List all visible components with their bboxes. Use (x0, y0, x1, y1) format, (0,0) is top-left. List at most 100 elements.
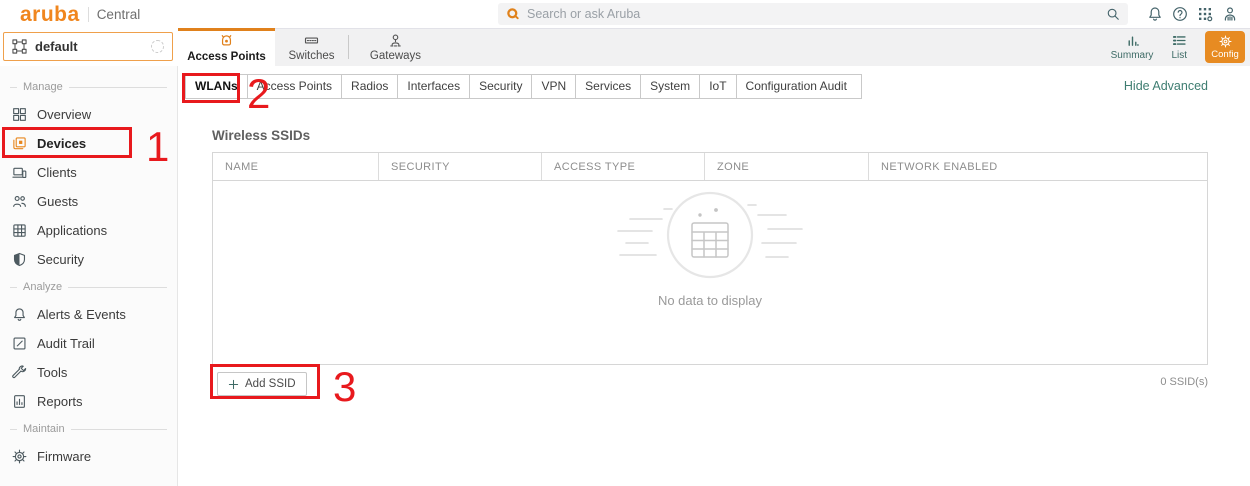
logo-divider (88, 7, 89, 22)
applications-icon (12, 223, 27, 238)
subtab-vpn[interactable]: VPN (532, 75, 576, 98)
sidebar-item-label: Tools (37, 365, 67, 380)
sidebar-item-label: Security (37, 252, 84, 267)
switch-icon (304, 33, 319, 48)
sidebar-item-label: Devices (37, 136, 86, 151)
bell-icon[interactable] (1147, 6, 1163, 22)
plus-icon (228, 379, 239, 390)
column-header-name: NAME (213, 153, 378, 180)
add-ssid-button[interactable]: Add SSID (217, 372, 307, 396)
sidebar-item-reports[interactable]: Reports (0, 387, 177, 416)
config-button[interactable]: Config (1205, 31, 1245, 63)
group-selector[interactable]: default (3, 32, 173, 61)
column-header-network-enabled: NETWORK ENABLED (868, 153, 1207, 180)
config-subtabs: WLANs Access Points Radios Interfaces Se… (185, 74, 862, 99)
tab-access-points[interactable]: Access Points (178, 28, 275, 66)
guests-icon (12, 194, 27, 209)
column-header-security: SECURITY (378, 153, 541, 180)
sidebar-item-label: Guests (37, 194, 78, 209)
sidebar-item-label: Alerts & Events (37, 307, 126, 322)
sidebar-item-label: Audit Trail (37, 336, 95, 351)
search-input[interactable] (527, 7, 1099, 21)
product-name: Central (97, 7, 141, 22)
user-icon[interactable] (1222, 6, 1238, 22)
sidebar-item-applications[interactable]: Applications (0, 216, 177, 245)
subtab-radios[interactable]: Radios (342, 75, 398, 98)
sidebar-item-label: Firmware (37, 449, 91, 464)
table-header-row: NAME SECURITY ACCESS TYPE ZONE NETWORK E… (213, 153, 1207, 181)
group-icon (12, 39, 27, 54)
gateway-icon (388, 33, 403, 48)
access-point-icon (219, 34, 234, 49)
loading-spinner-icon (151, 40, 164, 53)
subtab-system[interactable]: System (641, 75, 700, 98)
sidebar-item-label: Reports (37, 394, 83, 409)
clients-icon (12, 165, 27, 180)
tab-gateways[interactable]: Gateways (349, 28, 442, 66)
subtab-wlans[interactable]: WLANs (186, 75, 248, 98)
security-shield-icon (12, 252, 27, 267)
tab-switches[interactable]: Switches (275, 28, 348, 66)
tools-icon (12, 365, 27, 380)
empty-state-text: No data to display (658, 293, 762, 308)
tab-label: Access Points (187, 51, 266, 63)
aruba-mark-icon (506, 7, 520, 21)
group-selector-label: default (35, 39, 143, 54)
column-header-access-type: ACCESS TYPE (541, 153, 704, 180)
gear-icon (1219, 35, 1232, 48)
device-tabs: Access Points Switches Gateways (178, 28, 442, 66)
ssid-table: NAME SECURITY ACCESS TYPE ZONE NETWORK E… (212, 152, 1208, 365)
subtab-services[interactable]: Services (576, 75, 641, 98)
sidebar-item-guests[interactable]: Guests (0, 187, 177, 216)
sidebar-item-tools[interactable]: Tools (0, 358, 177, 387)
page-title: Wireless SSIDs (212, 128, 310, 143)
device-tab-row: default Access Points Switches Gateways … (0, 28, 1250, 66)
sidebar-item-devices[interactable]: Devices (0, 129, 177, 158)
sidebar-item-label: Applications (37, 223, 107, 238)
list-icon (1172, 33, 1187, 48)
summary-bars-icon (1125, 33, 1140, 48)
subtab-iot[interactable]: IoT (700, 75, 736, 98)
subtab-interfaces[interactable]: Interfaces (398, 75, 470, 98)
list-button[interactable]: List (1171, 33, 1187, 61)
view-actions: Summary List Config (1111, 28, 1245, 66)
list-label: List (1171, 50, 1187, 61)
subtab-access-points[interactable]: Access Points (248, 75, 342, 98)
devices-icon (12, 136, 27, 151)
sidebar-section-manage: Manage (0, 74, 177, 100)
search-icon[interactable] (1106, 7, 1120, 21)
top-icon-group (1147, 6, 1238, 22)
brand: aruba Central (20, 0, 140, 28)
sidebar: Manage Overview Devices Clients Guests A… (0, 66, 178, 486)
sidebar-item-clients[interactable]: Clients (0, 158, 177, 187)
ssid-count: 0 SSID(s) (1160, 376, 1208, 388)
sidebar-section-analyze: Analyze (0, 274, 177, 300)
aruba-logo: aruba (20, 4, 80, 25)
sidebar-item-alerts-events[interactable]: Alerts & Events (0, 300, 177, 329)
apps-icon[interactable] (1197, 6, 1213, 22)
sidebar-item-overview[interactable]: Overview (0, 100, 177, 129)
subtab-configuration-audit[interactable]: Configuration Audit (737, 75, 861, 98)
empty-state: No data to display (213, 185, 1207, 308)
global-search[interactable] (498, 3, 1128, 25)
column-header-zone: ZONE (704, 153, 868, 180)
sidebar-item-label: Clients (37, 165, 77, 180)
hide-advanced-link[interactable]: Hide Advanced (1124, 79, 1208, 93)
help-icon[interactable] (1172, 6, 1188, 22)
summary-button[interactable]: Summary (1111, 33, 1154, 61)
top-bar: aruba Central (0, 0, 1250, 28)
sidebar-item-audit-trail[interactable]: Audit Trail (0, 329, 177, 358)
empty-table-icon (590, 185, 830, 289)
add-ssid-label: Add SSID (245, 378, 296, 390)
sidebar-item-label: Overview (37, 107, 91, 122)
audit-icon (12, 336, 27, 351)
main-content: WLANs Access Points Radios Interfaces Se… (178, 66, 1250, 486)
subtab-security[interactable]: Security (470, 75, 532, 98)
sidebar-section-maintain: Maintain (0, 416, 177, 442)
summary-label: Summary (1111, 50, 1154, 61)
sidebar-item-security[interactable]: Security (0, 245, 177, 274)
tab-label: Switches (288, 50, 334, 62)
config-label: Config (1211, 49, 1238, 60)
firmware-gear-icon (12, 449, 27, 464)
sidebar-item-firmware[interactable]: Firmware (0, 442, 177, 471)
